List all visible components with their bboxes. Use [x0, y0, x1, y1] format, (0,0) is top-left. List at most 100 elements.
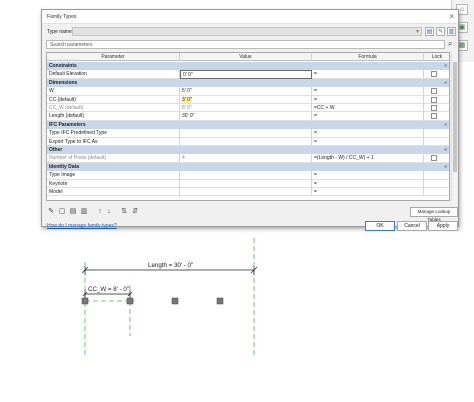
lock-cell [424, 180, 449, 188]
group-row-identity-data[interactable]: Identity Data « [47, 162, 449, 172]
param-formula[interactable]: =(Length - W) / CC_W) + 1 [312, 154, 424, 163]
table-row: Type Image = [47, 171, 449, 180]
table-row: Type IFC Predefined Type = [47, 129, 449, 138]
collapse-icon[interactable]: « [444, 62, 447, 70]
lock-checkbox[interactable] [431, 155, 437, 162]
lock-checkbox[interactable] [431, 105, 437, 111]
param-name: CC (default) [47, 95, 180, 104]
param-value[interactable]: 5' 0" [180, 87, 312, 96]
chevron-down-icon: ▾ [415, 29, 419, 35]
param-formula[interactable]: = [312, 137, 424, 146]
table-row: Export Type to IFC As = [47, 137, 449, 146]
column-header-value[interactable]: Value [180, 53, 312, 62]
highlighted-value: 3' 0" [182, 96, 192, 103]
delete-icon[interactable]: ▥ [80, 207, 88, 216]
type-name-dropdown[interactable]: ▾ [72, 27, 422, 36]
column-header-lock[interactable]: Lock [424, 53, 449, 62]
param-name: Type Image [47, 171, 180, 180]
table-scrollbar[interactable] [451, 52, 457, 201]
lock-checkbox[interactable] [431, 71, 437, 78]
group-label: Dimensions [49, 79, 78, 86]
param-value[interactable]: 3' 0" [180, 95, 312, 104]
manage-lookup-tables-button[interactable]: Manage Lookup Tables [410, 207, 458, 222]
lock-cell [424, 112, 449, 121]
param-value[interactable] [180, 179, 312, 188]
param-name: Default Elevation [47, 70, 180, 79]
ok-button[interactable]: OK [365, 221, 395, 231]
lock-checkbox[interactable] [431, 88, 437, 95]
sort-descending-icon[interactable]: ⇵ [131, 207, 139, 216]
move-up-icon[interactable]: ↑ [96, 207, 104, 216]
param-value[interactable] [180, 129, 312, 138]
apply-button[interactable]: Apply [428, 221, 458, 231]
param-formula[interactable]: = [312, 188, 424, 197]
close-icon[interactable]: × [449, 12, 454, 21]
collapse-icon[interactable]: « [444, 79, 447, 87]
sort-ascending-icon[interactable]: ⇅ [120, 207, 128, 216]
group-row-other[interactable]: Other « [47, 146, 449, 155]
collapse-icon[interactable]: « [444, 163, 447, 171]
param-formula[interactable]: = [312, 112, 424, 121]
param-value: 8' 0" [180, 104, 312, 113]
param-formula[interactable]: = [312, 87, 424, 96]
param-name: Type IFC Predefined Type [47, 129, 180, 138]
param-name: CC_W (default) [47, 104, 180, 113]
lock-cell [424, 96, 449, 104]
rename-type-icon[interactable]: ✎ [436, 27, 445, 36]
collapse-icon[interactable]: « [444, 146, 447, 154]
param-value[interactable] [180, 171, 312, 180]
lock-cell [424, 70, 449, 79]
parameters-table: Parameter Value Formula Lock Constraints… [46, 52, 450, 201]
column-header-formula[interactable]: Formula [312, 53, 424, 62]
group-label: Other [49, 147, 63, 153]
scrollbar-thumb[interactable] [453, 62, 457, 172]
post [216, 297, 224, 305]
search-input[interactable]: Search parameters [46, 40, 445, 49]
lock-checkbox[interactable] [431, 96, 437, 103]
param-name: Number of Posts (default) [47, 154, 180, 163]
search-icon[interactable]: ⌕ [448, 39, 452, 49]
post [171, 297, 179, 305]
param-value[interactable] [180, 137, 312, 146]
lock-cell [424, 171, 449, 180]
table-row: CC_W (default) 8' 0" =CC + W [47, 104, 449, 113]
param-value[interactable] [180, 188, 312, 197]
param-formula[interactable]: =CC + W [312, 104, 424, 113]
ccw-dimension-label: CC_W = 8' - 0" [88, 286, 129, 293]
length-dimension-label: Length = 30' - 0" [148, 262, 193, 269]
collapse-icon[interactable]: « [444, 121, 447, 129]
group-label: Identity Data [49, 163, 80, 170]
table-row: CC (default) 3' 0" = [47, 95, 449, 104]
param-name: Keynote [47, 179, 180, 188]
new-type-icon[interactable]: ▤ [425, 27, 434, 36]
search-placeholder: Search parameters [50, 42, 93, 48]
post [81, 297, 89, 305]
param-value-input[interactable]: 0' 0" [180, 70, 312, 79]
new-type-icon[interactable]: ▢ [58, 207, 66, 216]
column-header-parameter[interactable]: Parameter [47, 53, 180, 62]
lock-checkbox[interactable] [431, 113, 437, 120]
table-row: Length (default) 30' 0" = [47, 112, 449, 121]
help-link[interactable]: How do I manage family types? [47, 223, 117, 229]
param-name: Export Type to IFC As [47, 137, 180, 146]
group-row-ifc-parameters[interactable]: IFC Parameters « [47, 120, 449, 130]
param-formula[interactable]: = [312, 95, 424, 104]
cancel-button[interactable]: Cancel [397, 221, 427, 231]
param-name: W [47, 87, 180, 96]
param-value: 4 [180, 154, 312, 163]
delete-type-icon[interactable]: ▥ [447, 27, 456, 36]
table-row: Default Elevation 0' 0" = [47, 70, 449, 79]
move-down-icon[interactable]: ↓ [105, 207, 113, 216]
table-row: Model = [47, 188, 449, 197]
group-label: IFC Parameters [49, 121, 86, 128]
param-formula[interactable]: = [312, 179, 424, 188]
param-formula[interactable]: = [312, 129, 424, 138]
param-formula[interactable]: = [312, 171, 424, 180]
param-formula[interactable]: = [312, 70, 424, 79]
param-value[interactable]: 30' 0" [180, 112, 312, 121]
rename-icon[interactable]: ▤ [69, 207, 77, 216]
pencil-icon[interactable]: ✎ [47, 207, 55, 216]
dialog-titlebar[interactable]: Family Types × [42, 10, 458, 24]
group-row-dimensions[interactable]: Dimensions « [47, 78, 449, 88]
group-row-constraints[interactable]: Constraints « [47, 62, 449, 71]
